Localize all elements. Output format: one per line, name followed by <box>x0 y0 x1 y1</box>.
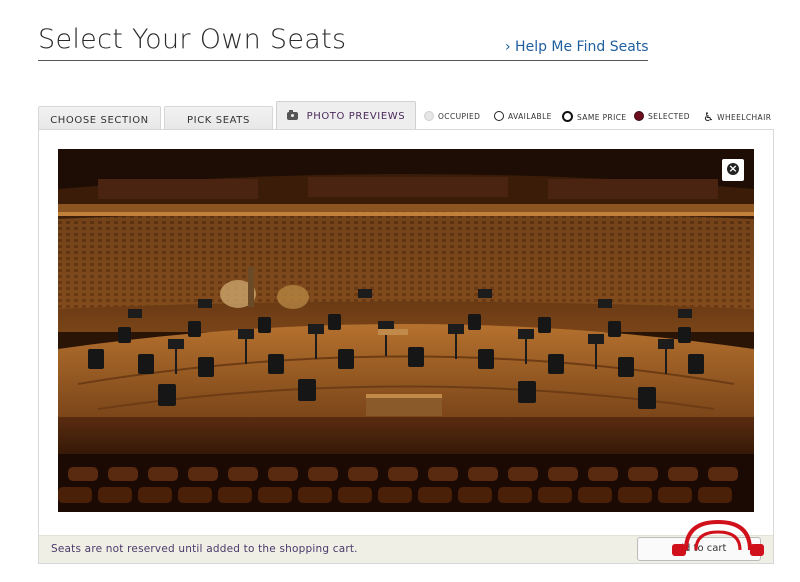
tab-photo-previews[interactable]: PHOTO PREVIEWS <box>276 101 416 130</box>
occupied-dot-icon <box>424 111 434 121</box>
legend-selected-label: SELECTED <box>648 112 690 121</box>
legend-selected: SELECTED <box>634 111 690 123</box>
legend-wheelchair-label: WHEELCHAIR <box>717 113 772 122</box>
legend-available-label: AVAILABLE <box>508 112 552 121</box>
legend-same-price: SAME PRICE <box>562 111 627 124</box>
concert-hall-image <box>58 149 754 512</box>
reservation-note: Seats are not reserved until added to th… <box>51 543 358 555</box>
tab-choose-section-label: CHOOSE SECTION <box>50 115 149 126</box>
selected-dot-icon <box>634 111 644 121</box>
tab-pick-seats-label: PICK SEATS <box>187 115 250 126</box>
legend-same-price-label: SAME PRICE <box>577 113 627 122</box>
help-me-find-seats-link[interactable]: › Help Me Find Seats <box>505 39 649 55</box>
wheelchair-icon: ♿ <box>703 110 715 124</box>
camera-icon <box>286 110 298 120</box>
legend-wheelchair: ♿ WHEELCHAIR <box>703 111 771 124</box>
add-to-cart-button[interactable]: add to cart <box>637 537 761 561</box>
available-dot-icon <box>494 111 504 121</box>
page-title: Select Your Own Seats <box>38 24 347 55</box>
title-divider <box>38 60 648 61</box>
legend-available: AVAILABLE <box>494 111 552 123</box>
tab-photo-previews-label: PHOTO PREVIEWS <box>306 111 406 122</box>
legend-occupied: OCCUPIED <box>424 111 480 123</box>
legend-occupied-label: OCCUPIED <box>438 112 481 121</box>
seat-view-photo <box>58 149 754 512</box>
same-price-dot-icon <box>562 111 573 122</box>
close-photo-button[interactable] <box>722 159 744 181</box>
